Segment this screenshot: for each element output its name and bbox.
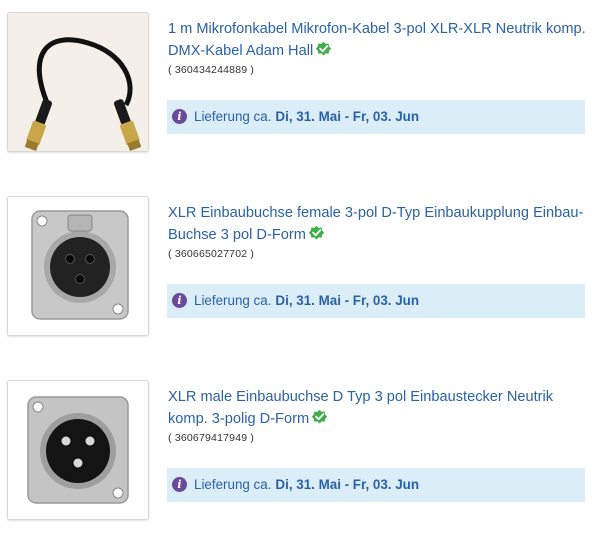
product-image-xlr-female[interactable] — [7, 196, 149, 336]
verified-check-icon — [308, 225, 325, 240]
delivery-dates: Di, 31. Mai - Fr, 03. Jun — [275, 477, 420, 492]
product-image-xlr-male[interactable] — [7, 380, 149, 520]
product-title-text: XLR male Einbaubuchse D Typ 3 pol Einbau… — [168, 389, 554, 427]
list-item: XLR male Einbaubuchse D Typ 3 pol Einbau… — [0, 378, 592, 528]
product-list: 1 m Mikrofonkabel Mikrofon-Kabel 3-pol X… — [0, 0, 592, 539]
product-title-link[interactable]: XLR Einbaubuchse female 3-pol D-Typ Einb… — [168, 202, 586, 246]
xlr-male-panel-jack-image — [8, 381, 148, 519]
delivery-info: i Lieferung ca. Di, 31. Mai - Fr, 03. Jun — [167, 284, 585, 318]
xlr-female-panel-jack-image — [8, 197, 148, 335]
product-title-link[interactable]: 1 m Mikrofonkabel Mikrofon-Kabel 3-pol X… — [168, 18, 586, 62]
xlr-cable-image — [8, 13, 148, 151]
verified-check-icon — [311, 409, 328, 424]
item-number: ( 360679417949 ) — [168, 432, 255, 444]
delivery-info: i Lieferung ca. Di, 31. Mai - Fr, 03. Jun — [167, 100, 585, 134]
product-image-xlr-cable[interactable] — [7, 12, 149, 152]
info-icon[interactable]: i — [172, 477, 187, 492]
delivery-dates: Di, 31. Mai - Fr, 03. Jun — [275, 109, 420, 124]
delivery-info: i Lieferung ca. Di, 31. Mai - Fr, 03. Jun — [167, 468, 585, 502]
list-item: 1 m Mikrofonkabel Mikrofon-Kabel 3-pol X… — [0, 10, 592, 160]
delivery-text: Lieferung ca. Di, 31. Mai - Fr, 03. Jun — [194, 100, 419, 134]
list-item: XLR Einbaubuchse female 3-pol D-Typ Einb… — [0, 194, 592, 344]
item-number: ( 360434244889 ) — [168, 64, 255, 76]
product-title-link[interactable]: XLR male Einbaubuchse D Typ 3 pol Einbau… — [168, 386, 586, 430]
info-icon[interactable]: i — [172, 293, 187, 308]
delivery-text: Lieferung ca. Di, 31. Mai - Fr, 03. Jun — [194, 468, 419, 502]
product-title-text: XLR Einbaubuchse female 3-pol D-Typ Einb… — [168, 205, 584, 243]
delivery-dates: Di, 31. Mai - Fr, 03. Jun — [275, 293, 420, 308]
delivery-label: Lieferung ca. — [194, 477, 272, 492]
delivery-text: Lieferung ca. Di, 31. Mai - Fr, 03. Jun — [194, 284, 419, 318]
delivery-label: Lieferung ca. — [194, 109, 272, 124]
verified-check-icon — [316, 41, 332, 56]
item-number: ( 360665027702 ) — [168, 248, 255, 260]
info-icon[interactable]: i — [172, 109, 187, 124]
product-title-text: 1 m Mikrofonkabel Mikrofon-Kabel 3-pol X… — [168, 21, 586, 59]
delivery-label: Lieferung ca. — [194, 293, 272, 308]
